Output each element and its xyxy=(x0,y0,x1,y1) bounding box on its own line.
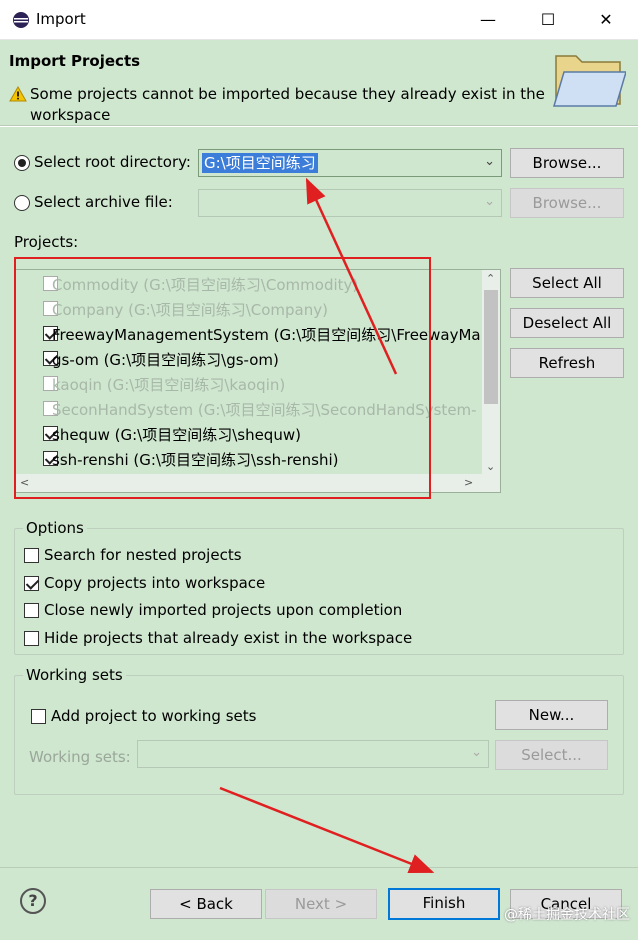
option-checkbox[interactable] xyxy=(24,575,39,591)
scroll-left-icon[interactable]: < xyxy=(20,476,29,489)
scroll-up-icon[interactable]: ⌃ xyxy=(486,272,495,285)
option-label: Copy projects into workspace xyxy=(44,573,266,592)
scroll-right-icon[interactable]: > xyxy=(464,476,473,489)
project-label: FreewayManagementSystem (G:\项目空间练习\Freew… xyxy=(52,326,481,344)
project-row[interactable]: Commodity (G:\项目空间练习\Commodity) xyxy=(16,272,482,297)
window-titlebar: Import — ☐ ✕ xyxy=(0,0,638,40)
option-label: Close newly imported projects upon compl… xyxy=(44,601,403,619)
scroll-thumb[interactable] xyxy=(484,290,498,404)
chevron-down-icon: ⌄ xyxy=(471,745,482,760)
next-button[interactable]: Next > xyxy=(265,889,377,919)
project-row[interactable]: Company (G:\项目空间练习\Company) xyxy=(16,297,482,322)
warning-message: Some projects cannot be imported because… xyxy=(30,85,545,124)
working-sets-combo[interactable]: ⌄ xyxy=(137,740,489,768)
scroll-down-icon[interactable]: ⌄ xyxy=(486,460,495,473)
warning-icon xyxy=(9,86,27,102)
project-label: kaoqin (G:\项目空间练习\kaoqin) xyxy=(52,376,286,394)
project-row[interactable]: FreewayManagementSystem (G:\项目空间练习\Freew… xyxy=(16,322,482,347)
refresh-button[interactable]: Refresh xyxy=(510,348,624,378)
options-title: Options xyxy=(23,519,87,537)
project-label: Commodity (G:\项目空间练习\Commodity) xyxy=(52,276,359,294)
project-row[interactable]: SeconHandSystem (G:\项目空间练习\SecondHandSys… xyxy=(16,397,482,422)
options-group: Options Search for nested projects Copy p… xyxy=(14,519,624,655)
select-all-button[interactable]: Select All xyxy=(510,268,624,298)
browse-root-button[interactable]: Browse... xyxy=(510,148,624,178)
page-title: Import Projects xyxy=(9,52,141,70)
deselect-all-button[interactable]: Deselect All xyxy=(510,308,624,338)
project-label: ssh-renshi (G:\项目空间练习\ssh-renshi) xyxy=(52,451,339,469)
working-sets-title: Working sets xyxy=(23,666,126,684)
chevron-down-icon[interactable]: ⌄ xyxy=(484,154,495,169)
back-button[interactable]: < Back xyxy=(150,889,262,919)
working-sets-label: Working sets: xyxy=(29,748,131,766)
projects-label: Projects: xyxy=(14,233,79,251)
root-directory-combo[interactable]: G:\项目空间练习 ⌄ xyxy=(198,149,502,177)
chevron-down-icon: ⌄ xyxy=(484,194,495,209)
browse-archive-button[interactable]: Browse... xyxy=(510,188,624,218)
project-label: shequw (G:\项目空间练习\shequw) xyxy=(52,426,301,444)
eclipse-icon xyxy=(13,12,29,28)
archive-file-label: Select archive file: xyxy=(34,193,173,211)
watermark-text: @稀土掘金技术社区 xyxy=(504,907,630,923)
close-icon[interactable]: ✕ xyxy=(594,8,618,32)
help-icon[interactable]: ? xyxy=(20,888,46,914)
maximize-icon[interactable]: ☐ xyxy=(536,8,560,32)
vertical-scrollbar[interactable]: ⌃ ⌄ xyxy=(482,270,500,476)
add-to-working-sets-checkbox[interactable] xyxy=(31,709,46,724)
project-row[interactable]: gs-om (G:\项目空间练习\gs-om) xyxy=(16,347,482,372)
new-working-set-button[interactable]: New... xyxy=(495,700,608,730)
project-row[interactable]: kaoqin (G:\项目空间练习\kaoqin) xyxy=(16,372,482,397)
working-sets-group: Working sets Add project to working sets… xyxy=(14,666,624,795)
root-directory-value: G:\项目空间练习 xyxy=(202,153,318,173)
select-working-sets-button[interactable]: Select... xyxy=(495,740,608,770)
window-title: Import xyxy=(36,10,86,28)
minimize-icon[interactable]: — xyxy=(476,8,500,32)
archive-file-combo[interactable]: ⌄ xyxy=(198,189,502,217)
option-checkbox[interactable] xyxy=(24,548,39,563)
project-label: SeconHandSystem (G:\项目空间练习\SecondHandSys… xyxy=(52,401,477,419)
finish-button[interactable]: Finish xyxy=(388,888,500,920)
project-label: gs-om (G:\项目空间练习\gs-om) xyxy=(52,351,279,369)
horizontal-scrollbar[interactable]: < > xyxy=(16,474,500,492)
folder-icon xyxy=(552,55,626,107)
option-label: Search for nested projects xyxy=(44,546,242,564)
project-row[interactable]: ssh-renshi (G:\项目空间练习\ssh-renshi) xyxy=(16,447,482,472)
project-row[interactable]: shequw (G:\项目空间练习\shequw) xyxy=(16,422,482,447)
wizard-body: Select root directory: G:\项目空间练习 ⌄ Brows… xyxy=(0,127,638,867)
projects-list[interactable]: Commodity (G:\项目空间练习\Commodity) Company (… xyxy=(15,269,501,493)
option-checkbox[interactable] xyxy=(24,603,39,618)
option-label: Hide projects that already exist in the … xyxy=(44,628,413,647)
add-to-working-sets-label: Add project to working sets xyxy=(51,707,257,725)
root-directory-radio[interactable] xyxy=(14,155,30,171)
wizard-header: Import Projects Some projects cannot be … xyxy=(0,40,638,126)
root-directory-label: Select root directory: xyxy=(34,153,191,171)
option-checkbox[interactable] xyxy=(24,630,39,646)
project-label: Company (G:\项目空间练习\Company) xyxy=(52,301,328,319)
archive-file-radio[interactable] xyxy=(14,195,30,211)
wizard-footer: ? < Back Next > Finish Cancel @稀土掘金技术社区 xyxy=(0,867,638,940)
